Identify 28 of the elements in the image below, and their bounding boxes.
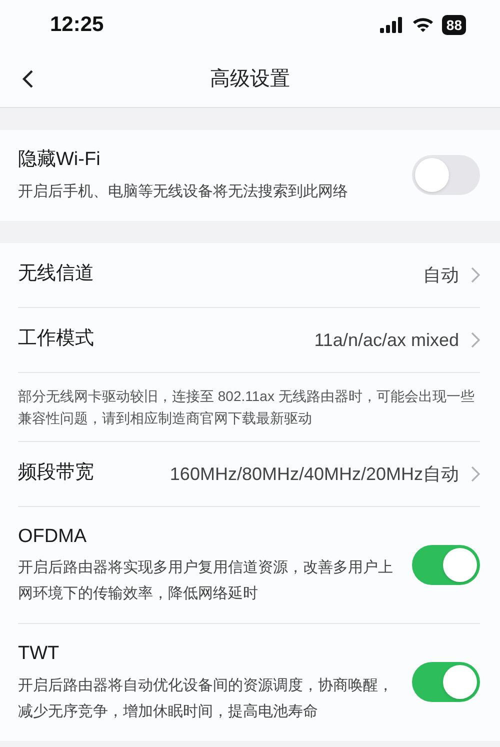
setting-value: 160MHz/80MHz/40MHz/20MHz自动 — [170, 462, 459, 486]
setting-value: 自动 — [423, 264, 459, 286]
note-text: 部分无线网卡驱动较旧，连接至 802.11ax 无线路由器时，可能会出现一些兼容性问题，请到相应制造商官网下载最新驱动 — [18, 386, 476, 428]
chevron-right-icon — [471, 266, 480, 282]
setting-description: 开启后路由器将实现多用户复用信道资源，改善多用户上网环境下的传输效率，降低网络延时 — [18, 558, 394, 604]
setting-title: 隐藏Wi-Fi — [18, 148, 102, 172]
status-time: 12:25 — [50, 12, 104, 38]
toggle-switch[interactable] — [412, 544, 480, 585]
setting-description: 开启后手机、电脑等无线设备将无法搜索到此网络 — [18, 182, 349, 202]
signal-icon — [380, 17, 404, 33]
page-title: 高级设置 — [210, 66, 290, 92]
setting-row[interactable]: 无线信道 自动 — [18, 242, 480, 308]
toggle-switch[interactable] — [412, 662, 480, 702]
setting-title: 无线信道 — [18, 262, 94, 286]
setting-value: 11a/n/ac/ax mixed — [314, 328, 459, 352]
chevron-right-icon — [471, 466, 480, 482]
back-icon — [22, 68, 34, 88]
chevron-right-icon — [471, 332, 480, 348]
setting-title: OFDMA — [18, 524, 88, 548]
setting-title: 频段带宽 — [18, 461, 94, 486]
setting-title: 工作模式 — [18, 327, 94, 352]
toggle-switch[interactable] — [412, 155, 480, 196]
setting-description: 开启后路由器将自动优化设备间的资源调度，协商唤醒，减少无序竞争，增加休眠时间，提高电池寿命 — [18, 676, 394, 722]
setting-title: TWT — [18, 642, 60, 666]
wifi-icon — [412, 17, 434, 33]
setting-row[interactable]: 频段带宽 160MHz/80MHz/40MHz/20MHz自动 — [18, 442, 480, 506]
setting-row[interactable]: 工作模式 11a/n/ac/ax mixed — [18, 308, 480, 372]
battery-indicator: 88 — [442, 15, 466, 35]
